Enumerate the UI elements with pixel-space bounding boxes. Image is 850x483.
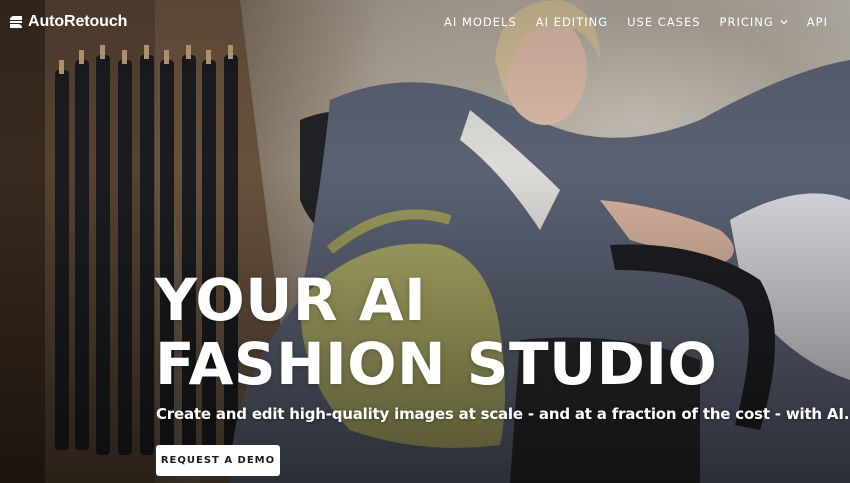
nav-item-api[interactable]: API (807, 15, 828, 29)
top-navigation: AutoRetouch AI MODELS AI EDITING USE CAS… (0, 0, 850, 44)
nav-item-pricing-label: PRICING (719, 15, 774, 29)
nav-item-ai-models[interactable]: AI MODELS (444, 15, 517, 29)
chevron-down-icon (780, 20, 788, 25)
hero-headline-line-1: YOUR AI (155, 266, 427, 334)
brand-name: AutoRetouch (28, 13, 128, 30)
main-menu: AI MODELS AI EDITING USE CASES PRICING A… (444, 15, 828, 29)
nav-item-pricing[interactable]: PRICING (720, 15, 788, 29)
hero-headline: YOUR AI FASHION STUDIO (155, 268, 717, 396)
brand-logo[interactable]: AutoRetouch (9, 13, 127, 31)
autoretouch-logo-icon (10, 16, 22, 28)
hero-headline-line-2: FASHION STUDIO (155, 330, 718, 398)
nav-item-use-cases[interactable]: USE CASES (627, 15, 700, 29)
hero-subheadline: Create and edit high-quality images at s… (156, 405, 850, 423)
nav-item-ai-editing[interactable]: AI EDITING (536, 15, 608, 29)
request-demo-button[interactable]: REQUEST A DEMO (156, 445, 280, 476)
